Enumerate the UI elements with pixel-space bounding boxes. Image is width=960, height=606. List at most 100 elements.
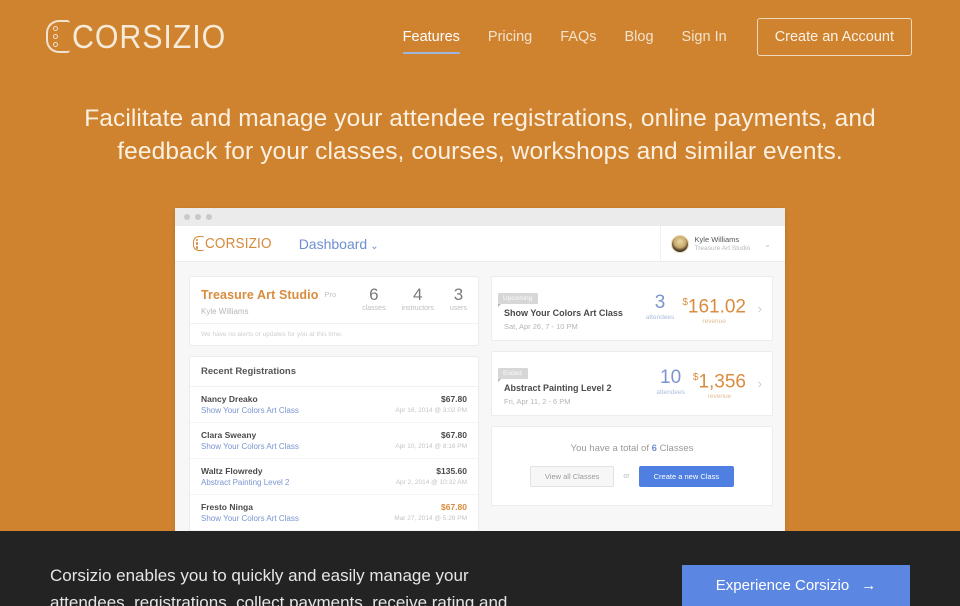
- window-dot-minimize-icon: [195, 214, 201, 220]
- class-row-upcoming[interactable]: Upcoming Show Your Colors Art Class Sat,…: [491, 276, 773, 341]
- app-logo-text: CORSIZIO: [205, 235, 272, 252]
- class-attendees-value: 3: [654, 292, 666, 313]
- studio-summary-header: Treasure Art Studio Pro Kyle Williams 6 c…: [190, 277, 478, 323]
- experience-corsizio-button[interactable]: Experience Corsizio →: [682, 565, 910, 606]
- stat-instructors: 4 instructors: [401, 285, 434, 313]
- site-logo-text: CORSIZIO: [72, 17, 227, 55]
- window-dot-maximize-icon: [206, 214, 212, 220]
- registration-amount: $135.60: [436, 466, 467, 476]
- create-account-button[interactable]: Create an Account: [756, 18, 912, 56]
- registration-date: Apr 10, 2014 @ 8:16 PM: [395, 443, 467, 450]
- registration-amount: $67.80: [441, 394, 467, 404]
- recent-registrations-title: Recent Registrations: [190, 357, 478, 387]
- table-row[interactable]: Fresto Ninga Show Your Colors Art Class …: [190, 495, 478, 531]
- stat-classes-value: 6: [369, 285, 379, 304]
- class-figures: 3 attendees $161.02 revenue: [645, 292, 746, 326]
- registrant-name: Fresto Ninga: [201, 502, 253, 512]
- user-menu[interactable]: Kyle Williams Treasure Art Studio ⌄: [659, 226, 771, 262]
- table-row[interactable]: Clara Sweany Show Your Colors Art Class …: [190, 423, 478, 459]
- chevron-down-icon: ⌄: [764, 239, 771, 249]
- dashboard-menu[interactable]: Dashboard ⌄: [299, 236, 379, 252]
- registration-class-link[interactable]: Abstract Painting Level 2: [201, 478, 396, 487]
- total-classes-text: You have a total of 6 Classes: [504, 443, 760, 454]
- hero-section: CORSIZIO Features Pricing FAQs Blog Sign…: [0, 0, 960, 531]
- studio-name-row: Treasure Art Studio Pro: [201, 286, 336, 304]
- nav-link-faqs[interactable]: FAQs: [546, 18, 610, 56]
- top-navigation-bar: CORSIZIO Features Pricing FAQs Blog Sign…: [0, 0, 960, 72]
- class-attendees: 3 attendees: [645, 292, 675, 322]
- registration-class-link[interactable]: Show Your Colors Art Class: [201, 406, 395, 415]
- stat-instructors-value: 4: [412, 285, 423, 304]
- registrant-name: Clara Sweany: [201, 430, 257, 440]
- dashboard-body: Treasure Art Studio Pro Kyle Williams 6 c…: [175, 262, 785, 531]
- studio-alert-message: We have no alerts or updates for you at …: [190, 323, 478, 345]
- site-logo[interactable]: CORSIZIO: [46, 17, 240, 55]
- mockup-window-chrome: [175, 208, 785, 226]
- actions-separator: or: [623, 473, 630, 480]
- stat-users: 3 users: [449, 285, 467, 313]
- user-org: Treasure Art Studio: [694, 245, 751, 252]
- registration-date: Apr 2, 2014 @ 10:32 AM: [395, 479, 467, 486]
- registration-date: Apr 16, 2014 @ 3:02 PM: [395, 407, 467, 414]
- class-revenue-value: 1,356: [698, 371, 746, 393]
- class-revenue: $1,356 revenue: [693, 368, 746, 401]
- class-attendees-label: attendees: [645, 314, 675, 321]
- class-attendees-value: 10: [660, 367, 682, 388]
- studio-summary-card: Treasure Art Studio Pro Kyle Williams 6 c…: [189, 276, 479, 346]
- window-dot-close-icon: [184, 214, 190, 220]
- class-attendees-label: attendees: [656, 389, 685, 396]
- corsizio-logo-icon-small: [193, 236, 204, 251]
- nav-link-sign-in[interactable]: Sign In: [668, 18, 741, 56]
- recent-registrations-card: Recent Registrations Nancy Dreako Show Y…: [189, 356, 479, 531]
- studio-name: Treasure Art Studio: [201, 288, 319, 302]
- corsizio-logo-icon: [46, 19, 70, 53]
- studio-stats: 6 classes 4 instructors 3 users: [362, 285, 467, 313]
- class-revenue-label: revenue: [707, 393, 732, 401]
- hero-headline: Facilitate and manage your attendee regi…: [0, 102, 960, 168]
- registration-amount: $67.80: [441, 430, 467, 440]
- nav-link-pricing[interactable]: Pricing: [474, 18, 546, 56]
- registrant-name: Waltz Flowredy: [201, 466, 263, 476]
- class-row-ended[interactable]: Ended Abstract Painting Level 2 Fri, Apr…: [491, 351, 773, 416]
- total-classes-prefix: You have a total of: [570, 443, 649, 454]
- footer-description-line-1: Corsizio enables you to quickly and easi…: [50, 566, 469, 585]
- registrant-name: Nancy Dreako: [201, 394, 258, 404]
- studio-owner: Kyle Williams: [201, 307, 249, 316]
- class-figures: 10 attendees $1,356 revenue: [656, 367, 746, 401]
- total-classes-card: You have a total of 6 Classes View all C…: [491, 426, 773, 506]
- nav-link-blog[interactable]: Blog: [611, 18, 668, 56]
- experience-corsizio-label: Experience Corsizio: [715, 577, 850, 594]
- registration-class-link[interactable]: Show Your Colors Art Class: [201, 442, 395, 451]
- app-logo[interactable]: CORSIZIO: [193, 236, 277, 252]
- dashboard-left-column: Treasure Art Studio Pro Kyle Williams 6 c…: [189, 276, 479, 531]
- class-revenue: $161.02 revenue: [682, 293, 746, 326]
- registration-date: Mar 27, 2014 @ 5:26 PM: [394, 515, 467, 522]
- total-classes-suffix: Classes: [659, 443, 694, 454]
- stat-classes-label: classes: [362, 305, 386, 312]
- stat-users-label: users: [449, 305, 467, 312]
- create-new-class-button[interactable]: Create a new Class: [638, 466, 735, 487]
- chevron-right-icon: ›: [757, 376, 762, 391]
- table-row[interactable]: Nancy Dreako Show Your Colors Art Class …: [190, 387, 478, 423]
- class-attendees: 10 attendees: [656, 367, 685, 397]
- status-badge: Upcoming: [498, 293, 539, 307]
- nav-link-features[interactable]: Features: [389, 18, 474, 56]
- stat-users-value: 3: [453, 285, 464, 304]
- stat-instructors-label: instructors: [401, 305, 434, 312]
- app-header: CORSIZIO Dashboard ⌄ Kyle Williams Treasu…: [175, 226, 785, 262]
- avatar: [670, 235, 689, 253]
- registration-class-link[interactable]: Show Your Colors Art Class: [201, 514, 394, 523]
- product-screenshot-mockup: CORSIZIO Dashboard ⌄ Kyle Williams Treasu…: [175, 208, 785, 531]
- total-classes-actions: View all Classes or Create a new Class: [504, 466, 760, 487]
- hero-headline-line-1: Facilitate and manage your attendee regi…: [84, 105, 876, 132]
- hero-headline-line-2: feedback for your classes, courses, work…: [117, 138, 843, 165]
- class-revenue-value: 161.02: [687, 296, 746, 318]
- table-row[interactable]: Waltz Flowredy Abstract Painting Level 2…: [190, 459, 478, 495]
- user-menu-text: Kyle Williams Treasure Art Studio: [695, 235, 751, 253]
- footer-description-line-2: attendees, registrations, collect paymen…: [50, 593, 508, 606]
- stat-classes: 6 classes: [362, 285, 386, 313]
- view-all-classes-button[interactable]: View all Classes: [529, 466, 615, 487]
- status-badge: Ended: [498, 368, 528, 382]
- studio-plan-badge: Pro: [324, 290, 337, 299]
- registration-amount: $67.80: [441, 502, 467, 512]
